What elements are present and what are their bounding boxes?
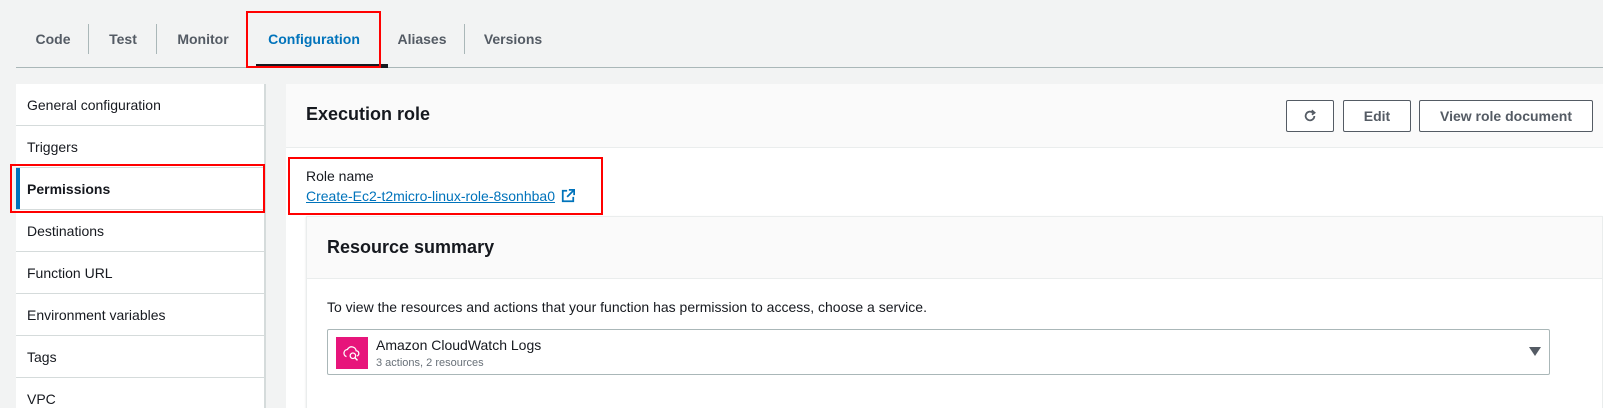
sidebar-item-triggers[interactable]: Triggers	[16, 126, 264, 168]
sidebar-item-environment-variables[interactable]: Environment variables	[16, 294, 264, 336]
sidebar-item-tags[interactable]: Tags	[16, 336, 264, 378]
cloudwatch-logs-icon	[336, 337, 368, 369]
sidebar-item-permissions[interactable]: Permissions	[16, 168, 264, 210]
tab-aliases[interactable]: Aliases	[384, 22, 460, 56]
role-name-value: Create-Ec2-t2micro-linux-role-8sonhba0	[306, 188, 555, 204]
active-tab-indicator	[256, 64, 388, 68]
external-link-icon	[561, 189, 575, 203]
view-role-document-button[interactable]: View role document	[1419, 100, 1593, 132]
tab-monitor[interactable]: Monitor	[162, 22, 244, 56]
tab-code[interactable]: Code	[24, 22, 82, 56]
tab-divider	[156, 24, 157, 54]
resource-summary-header: Resource summary	[307, 217, 1602, 279]
refresh-button[interactable]	[1286, 100, 1334, 132]
edit-button[interactable]: Edit	[1343, 100, 1411, 132]
sidebar-item-function-url[interactable]: Function URL	[16, 252, 264, 294]
resource-summary-card: Resource summary To view the resources a…	[306, 216, 1603, 408]
tab-versions[interactable]: Versions	[472, 22, 554, 56]
sidebar: General configuration Triggers Permissio…	[16, 84, 266, 408]
tab-bar: Code Test Monitor Configuration Aliases …	[16, 0, 1603, 68]
resource-summary-title: Resource summary	[327, 237, 495, 257]
service-select[interactable]: Amazon CloudWatch Logs 3 actions, 2 reso…	[327, 329, 1550, 375]
resource-summary-description: To view the resources and actions that y…	[327, 299, 927, 315]
panel-title: Execution role	[306, 104, 431, 124]
refresh-icon	[1304, 109, 1316, 122]
tab-configuration[interactable]: Configuration	[256, 22, 372, 56]
panel-header: Execution role Edit View role document	[286, 84, 1603, 148]
tab-divider	[464, 24, 465, 54]
sidebar-item-general-configuration[interactable]: General configuration	[16, 84, 264, 126]
service-details: 3 actions, 2 resources	[376, 357, 484, 369]
service-name: Amazon CloudWatch Logs	[376, 337, 542, 353]
tab-divider	[88, 24, 89, 54]
sidebar-item-destinations[interactable]: Destinations	[16, 210, 264, 252]
tab-test[interactable]: Test	[94, 22, 152, 56]
execution-role-panel: Execution role Edit View role document R…	[286, 84, 1603, 408]
role-name-label: Role name	[306, 168, 374, 184]
caret-down-icon	[1529, 347, 1541, 356]
role-name-link[interactable]: Create-Ec2-t2micro-linux-role-8sonhba0	[306, 188, 575, 204]
sidebar-item-vpc[interactable]: VPC	[16, 378, 264, 408]
